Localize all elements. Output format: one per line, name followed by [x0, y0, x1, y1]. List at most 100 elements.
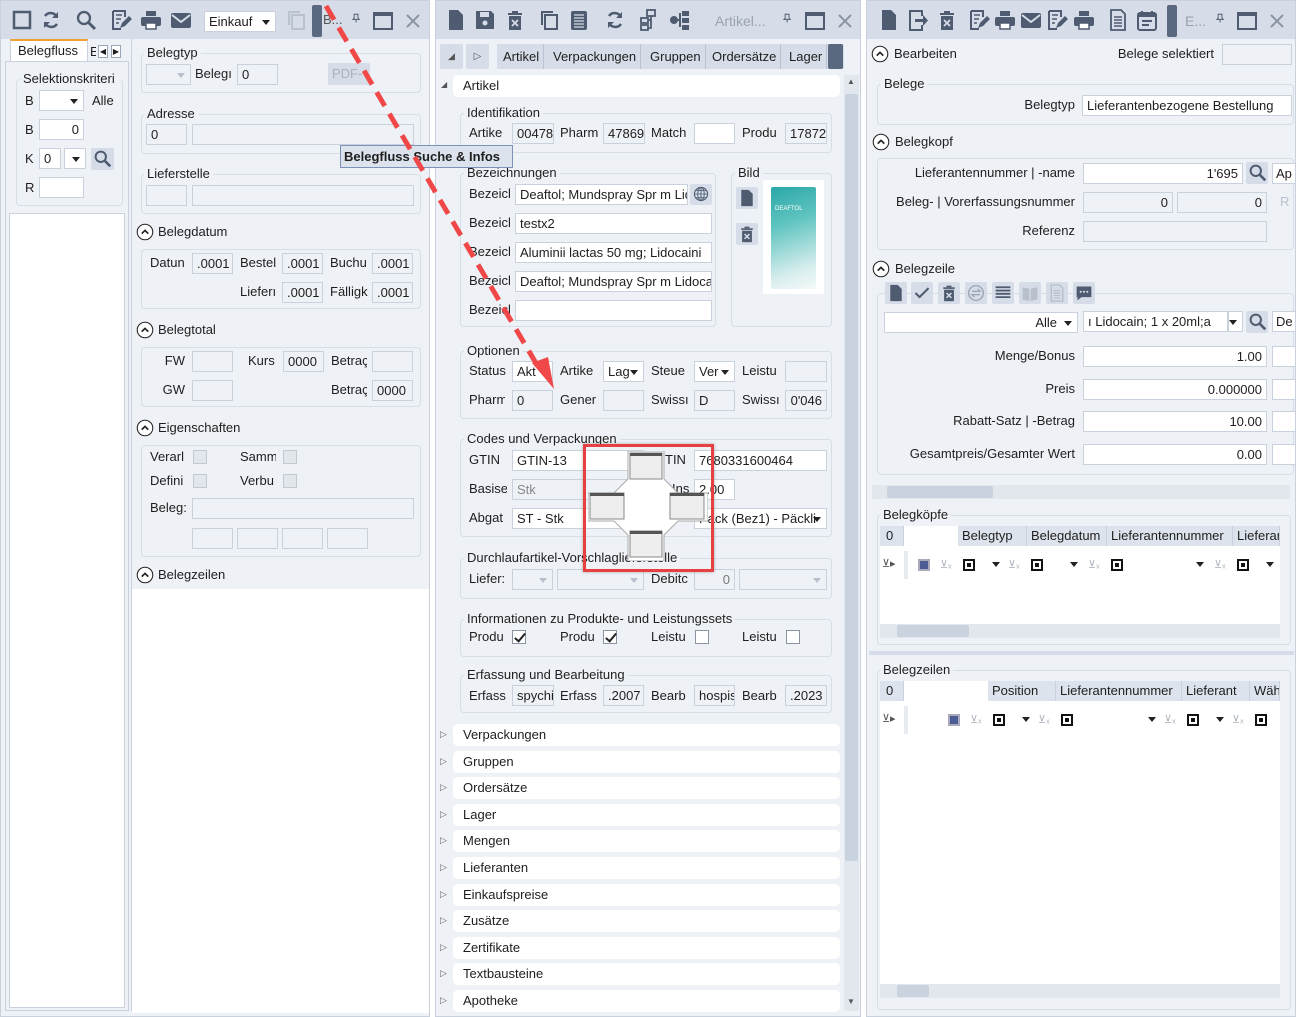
produkt-input[interactable]: 17872: [785, 123, 827, 144]
column-header-lieferantennummer[interactable]: Lieferantennummer: [1107, 526, 1233, 546]
hierarchy-icon[interactable]: [639, 9, 661, 31]
match-input[interactable]: [694, 123, 735, 144]
expand-triangle-icon[interactable]: ▷: [440, 835, 447, 846]
column-header-waehrung[interactable]: Wäh: [1250, 681, 1280, 701]
scroll-down-arrow[interactable]: ▼: [847, 997, 855, 1006]
betrag-gw-input[interactable]: 0000: [372, 380, 413, 401]
search-icon[interactable]: [75, 9, 97, 31]
criteria-input-2[interactable]: 0: [39, 119, 84, 140]
belegtyp-select[interactable]: [146, 64, 191, 85]
mail-icon[interactable]: [170, 9, 192, 31]
line-confirm-button[interactable]: [911, 282, 933, 304]
column-header-lieferant[interactable]: Lieferant: [1233, 526, 1280, 546]
close-icon[interactable]: [1266, 10, 1288, 32]
line-field-secondary-input[interactable]: [1272, 379, 1296, 400]
buchung-input[interactable]: .0001: [372, 253, 413, 274]
faellig-input[interactable]: .0001: [372, 282, 413, 303]
r-button[interactable]: R: [1280, 192, 1289, 212]
adresse-number[interactable]: 0: [146, 124, 187, 145]
referenz-input[interactable]: [1083, 221, 1267, 242]
line-new-button[interactable]: [885, 282, 907, 304]
section-header[interactable]: Lager: [453, 804, 840, 826]
nav-back-button[interactable]: ◢: [440, 44, 463, 69]
line-filter-select[interactable]: Alle: [884, 312, 1078, 333]
criteria-select-1[interactable]: [39, 90, 84, 111]
expand-triangle-icon[interactable]: ▷: [440, 995, 447, 1006]
line-field-input[interactable]: 0.000000: [1083, 379, 1267, 400]
list-icon[interactable]: [568, 9, 590, 31]
line-field-secondary-input[interactable]: [1272, 411, 1296, 432]
criteria-input-4[interactable]: [39, 177, 84, 198]
lieferant-select-2[interactable]: [557, 569, 644, 590]
clear-filter-icon[interactable]: ⊻ₓ: [1038, 713, 1050, 726]
erfasst-am-input[interactable]: .2007: [603, 685, 644, 706]
expand-triangle-icon[interactable]: ▷: [440, 942, 447, 953]
expand-triangle-icon[interactable]: ▷: [440, 862, 447, 873]
tab-scroll-left[interactable]: ◀: [98, 45, 108, 58]
artikelart-select[interactable]: Lag: [603, 361, 644, 382]
criteria-search-button[interactable]: [91, 148, 114, 170]
tab-ordersaetze[interactable]: Ordersätze: [708, 44, 782, 69]
collapse-belegzeile-icon[interactable]: [872, 260, 890, 278]
expand-artikel-triangle[interactable]: ◢: [441, 80, 447, 89]
expand-triangle-icon[interactable]: ▷: [440, 756, 447, 767]
verbu-checkbox[interactable]: [283, 474, 297, 488]
beleg-sub-input-4[interactable]: [327, 528, 368, 549]
filter-dropdown-icon[interactable]: [1022, 717, 1030, 726]
filter-lieferant[interactable]: [1187, 714, 1199, 726]
criteria-select-3[interactable]: [64, 148, 86, 169]
section-artikel-header[interactable]: Artikel: [453, 75, 840, 97]
clear-filter-icon[interactable]: ⊻ₓ: [1088, 558, 1100, 571]
line-field-secondary-input[interactable]: [1272, 346, 1296, 367]
close-icon[interactable]: [834, 10, 856, 32]
bestell-input[interactable]: .0001: [282, 253, 323, 274]
collapse-belegkopf-icon[interactable]: [872, 133, 890, 151]
belegtyp-field[interactable]: Lieferantenbezogene Bestellung: [1082, 95, 1292, 116]
swissmedic-number-input[interactable]: 0'046: [785, 390, 827, 411]
section-header[interactable]: Gruppen: [453, 751, 840, 773]
bezeichnung-input-2[interactable]: testx2: [515, 213, 712, 234]
section-header[interactable]: Ordersätze: [453, 777, 840, 799]
tab-scroll-right[interactable]: ▶: [111, 45, 121, 58]
column-header-belegtyp[interactable]: Belegtyp: [958, 526, 1027, 546]
line-field-input[interactable]: 0.00: [1083, 444, 1267, 465]
debitor-input[interactable]: 0: [694, 569, 735, 590]
kurs-input[interactable]: 0000: [283, 351, 324, 372]
section-header[interactable]: Mengen: [453, 830, 840, 852]
clear-filter-icon[interactable]: ⊻ₓ: [1214, 558, 1226, 571]
belegdatum-header[interactable]: Belegdatum: [158, 222, 227, 242]
right-scrollbar-thumb[interactable]: [887, 486, 993, 498]
line-field-input[interactable]: 1.00: [1083, 346, 1267, 367]
translate-button[interactable]: [690, 184, 712, 205]
expand-triangle-icon[interactable]: ▷: [440, 915, 447, 926]
bearbeitet-am-input[interactable]: .2023: [785, 685, 827, 706]
swissmedic-category-input[interactable]: D: [694, 390, 735, 411]
belegzeilen-header[interactable]: Belegzeilen: [158, 565, 225, 585]
belegnummer-input[interactable]: 0: [1083, 192, 1173, 213]
article-search-button[interactable]: [1246, 311, 1268, 333]
section-header[interactable]: Zertifikate: [453, 937, 840, 959]
section-header[interactable]: Zusätze: [453, 910, 840, 932]
article-dropdown[interactable]: [1228, 311, 1243, 332]
expand-triangle-icon[interactable]: ▷: [440, 729, 447, 740]
column-header-position[interactable]: Position: [988, 681, 1056, 701]
section-header[interactable]: Textbausteine: [453, 963, 840, 985]
result-list[interactable]: [9, 213, 125, 1008]
section-header[interactable]: Einkaufspreise: [453, 884, 840, 906]
eigenschaften-header[interactable]: Eigenschaften: [158, 418, 240, 438]
calendar-icon[interactable]: [1136, 9, 1158, 31]
datum-input[interactable]: .0001: [192, 253, 233, 274]
belegzeilen-hscrollbar[interactable]: [880, 984, 1280, 998]
filter-belegtyp[interactable]: [963, 559, 975, 571]
expand-triangle-icon[interactable]: ▷: [440, 889, 447, 900]
document-icon[interactable]: [1107, 9, 1129, 31]
column-header-lieferant[interactable]: Lieferant: [1182, 681, 1250, 701]
expand-triangle-icon[interactable]: ▷: [440, 968, 447, 979]
collapse-eigenschaften-icon[interactable]: [136, 419, 154, 437]
tab-e[interactable]: E: [90, 42, 96, 62]
column-header-lieferantennummer[interactable]: Lieferantennummer: [1056, 681, 1182, 701]
bearbeitet-von-input[interactable]: hospis: [694, 685, 735, 706]
gw-input[interactable]: [192, 380, 233, 401]
maximize-icon[interactable]: [372, 10, 394, 32]
artikelnr-input[interactable]: 00478: [512, 123, 554, 144]
